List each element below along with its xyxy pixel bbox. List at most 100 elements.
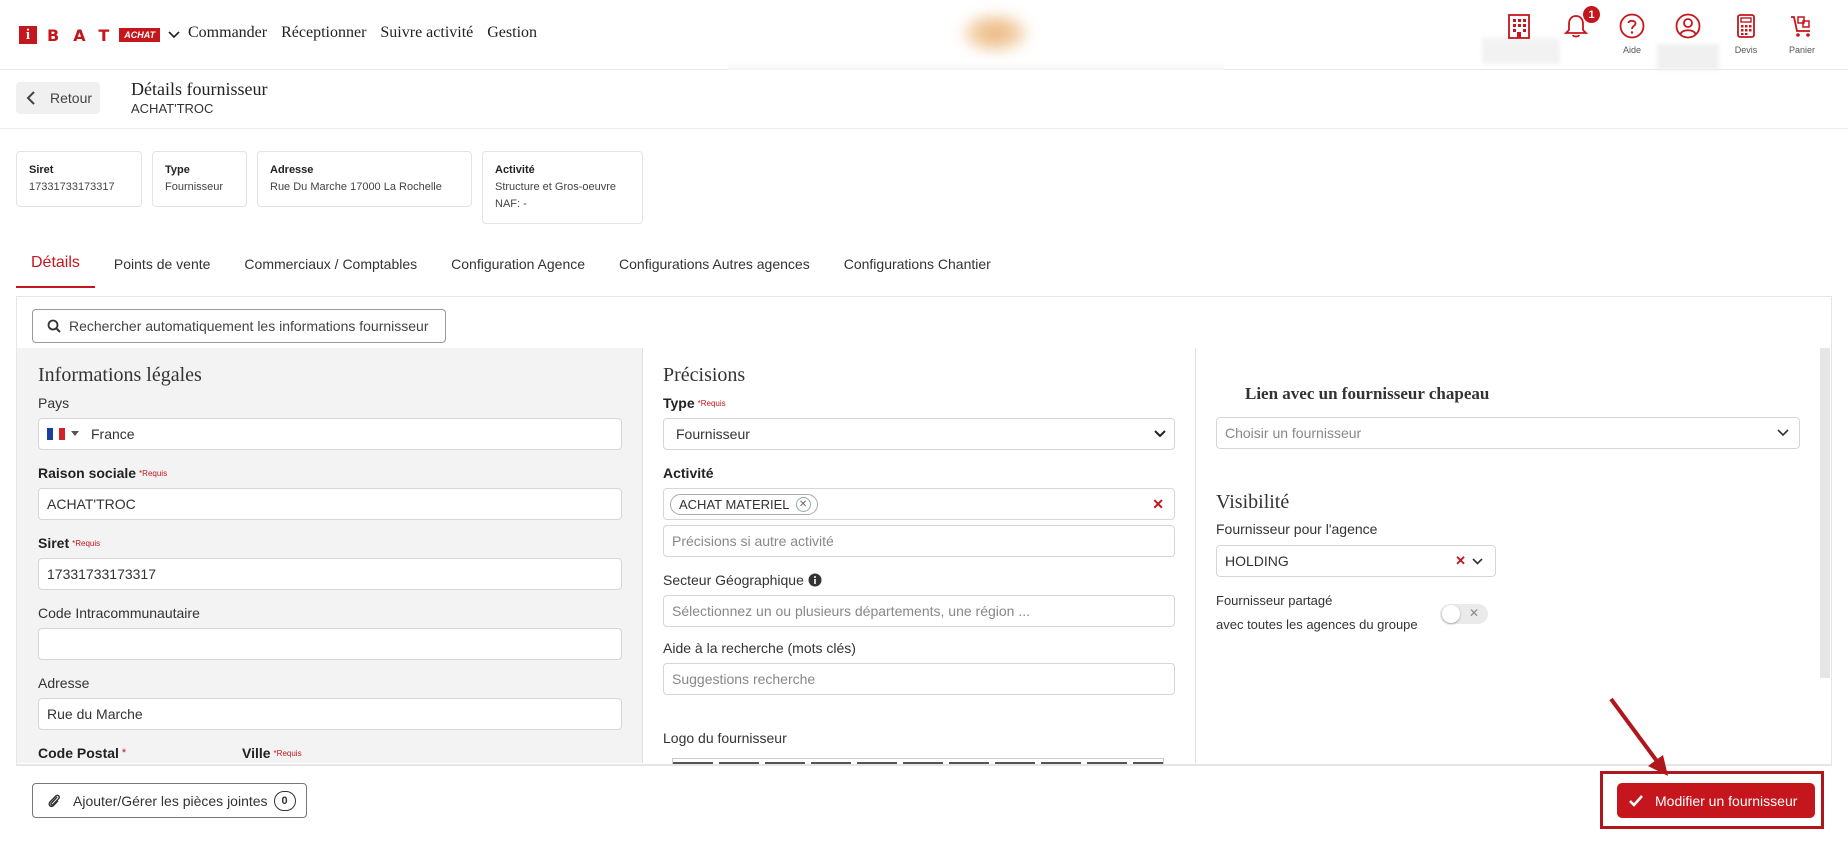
- arrow-annotation: [1609, 697, 1668, 776]
- pays-label: Pays: [38, 395, 70, 411]
- chevron-down-icon: [1777, 429, 1789, 437]
- check-icon: [1629, 794, 1643, 807]
- toggle-off-icon: ✕: [1469, 606, 1480, 620]
- modify-supplier-label: Modifier un fournisseur: [1655, 792, 1798, 809]
- back-button[interactable]: Retour: [16, 82, 100, 114]
- scrollbar[interactable]: [1820, 348, 1830, 678]
- autre-activite-input[interactable]: Précisions si autre activité: [663, 525, 1175, 557]
- tab-bar: Détails Points de vente Commerciaux / Co…: [16, 248, 1025, 288]
- chevron-down-icon[interactable]: [1472, 557, 1483, 565]
- logo-tag: ACHAT: [119, 28, 161, 42]
- ville-label: Ville *Requis: [242, 745, 302, 761]
- intra-label: Code Intracommunautaire: [38, 605, 200, 621]
- raison-sociale-label-text: Raison sociale: [38, 465, 137, 481]
- partage-label-line2: avec toutes les agences du groupe: [1216, 617, 1418, 632]
- siret-label-text: Siret: [38, 535, 70, 551]
- help-icon[interactable]: [1618, 12, 1646, 40]
- raison-sociale-label: Raison sociale *Requis: [38, 465, 167, 481]
- tab-commerciaux[interactable]: Commerciaux / Comptables: [244, 248, 417, 288]
- type-select[interactable]: Fournisseur: [663, 418, 1175, 450]
- chevron-down-icon[interactable]: [168, 29, 180, 41]
- header-strip: [728, 62, 1224, 70]
- siret-label: Siret *Requis: [38, 535, 100, 551]
- nav-suivre-activite[interactable]: Suivre activité: [380, 24, 473, 42]
- modify-supplier-button[interactable]: Modifier un fournisseur: [1617, 783, 1815, 818]
- attachments-button[interactable]: Ajouter/Gérer les pièces jointes 0: [32, 783, 307, 818]
- card-value: Structure et Gros-oeuvre: [495, 181, 617, 193]
- clear-icon[interactable]: ✕: [1455, 553, 1466, 569]
- france-flag-icon: [47, 428, 65, 440]
- aide-input[interactable]: Suggestions recherche: [663, 663, 1175, 695]
- activite-chip-label: ACHAT MATERIEL: [679, 496, 790, 512]
- attachments-count: 0: [273, 790, 296, 811]
- required-marker: *Requis: [697, 399, 726, 408]
- adresse-input[interactable]: Rue du Marche: [38, 698, 622, 730]
- secteur-input[interactable]: Sélectionnez un ou plusieurs département…: [663, 595, 1175, 627]
- card-value: Rue Du Marche 17000 La Rochelle: [270, 181, 442, 193]
- adresse-label: Adresse: [38, 675, 90, 691]
- agence-value: HOLDING: [1225, 553, 1289, 569]
- nav-receptionner[interactable]: Réceptionner: [281, 24, 366, 42]
- divider: [0, 128, 1848, 129]
- logo-letters: BAT: [47, 25, 124, 45]
- page-title: Détails fournisseur: [131, 79, 268, 99]
- help-label: Aide: [1622, 45, 1641, 55]
- nav-commander[interactable]: Commander: [188, 24, 267, 42]
- calculator-icon[interactable]: [1732, 12, 1760, 40]
- type-label-text: Type: [663, 395, 695, 411]
- building-icon[interactable]: [1505, 12, 1533, 40]
- tab-autres-agences[interactable]: Configurations Autres agences: [619, 248, 810, 288]
- tab-configurations-chantier[interactable]: Configurations Chantier: [844, 248, 991, 288]
- secteur-label: Secteur Géographique: [663, 572, 822, 588]
- nav-gestion[interactable]: Gestion: [487, 24, 537, 42]
- card-label: Activité: [495, 164, 535, 176]
- type-value: Fournisseur: [676, 426, 750, 442]
- caret-down-icon: [71, 431, 79, 436]
- top-navbar: i BAT ACHAT Commander Réceptionner Suivr…: [0, 0, 1848, 70]
- paperclip-icon: [48, 794, 60, 807]
- card-value: Fournisseur: [165, 181, 224, 193]
- user-icon[interactable]: [1674, 12, 1702, 40]
- panier-label: Panier: [1788, 45, 1815, 55]
- required-marker: *Requis: [72, 539, 101, 548]
- activite-chip: ACHAT MATERIEL ✕: [670, 493, 818, 515]
- tab-configuration-agence[interactable]: Configuration Agence: [451, 248, 585, 288]
- logo-i-mark: i: [19, 26, 37, 44]
- chevron-left-icon: [26, 91, 35, 105]
- activite-multiselect[interactable]: ACHAT MATERIEL ✕ ✕: [663, 488, 1175, 520]
- pays-value: France: [91, 426, 135, 442]
- card-value: NAF: -: [495, 198, 527, 210]
- secteur-label-text: Secteur Géographique: [663, 572, 804, 588]
- info-card-siret: Siret 17331733173317: [16, 151, 142, 207]
- siret-input[interactable]: 17331733173317: [38, 558, 622, 590]
- lien-section-title: Lien avec un fournisseur chapeau: [1245, 384, 1490, 403]
- partage-toggle[interactable]: ✕: [1440, 604, 1488, 624]
- auto-search-label: Rechercher automatiquement les informati…: [69, 318, 429, 334]
- raison-sociale-input[interactable]: ACHAT'TROC: [38, 488, 622, 520]
- fournisseur-chapeau-placeholder: Choisir un fournisseur: [1225, 425, 1362, 441]
- main-nav: Commander Réceptionner Suivre activité G…: [188, 24, 537, 42]
- pays-select[interactable]: France: [38, 418, 622, 450]
- auto-search-button[interactable]: Rechercher automatiquement les informati…: [32, 309, 446, 343]
- agence-select-controls: ✕: [1455, 553, 1483, 569]
- info-card-type: Type Fournisseur: [152, 151, 247, 207]
- cart-icon[interactable]: [1788, 12, 1816, 40]
- fournisseur-chapeau-select[interactable]: Choisir un fournisseur: [1216, 417, 1800, 449]
- app-logo[interactable]: i BAT ACHAT: [19, 25, 180, 45]
- intra-input[interactable]: [38, 628, 622, 660]
- agence-select[interactable]: HOLDING ✕: [1216, 545, 1496, 577]
- blurred-logo: [960, 12, 1030, 54]
- blurred-label: [1657, 44, 1719, 70]
- tab-points-de-vente[interactable]: Points de vente: [114, 248, 211, 288]
- search-icon: [47, 319, 61, 333]
- clear-icon[interactable]: ✕: [1152, 496, 1164, 513]
- precisions-section-title: Précisions: [663, 364, 746, 386]
- chip-remove-icon[interactable]: ✕: [795, 496, 811, 512]
- toggle-knob: [1442, 605, 1460, 623]
- column-divider: [1195, 348, 1196, 763]
- info-card-activite: Activité Structure et Gros-oeuvre NAF: -: [482, 151, 643, 224]
- required-marker: *Requis: [139, 469, 168, 478]
- info-icon[interactable]: [808, 573, 822, 587]
- legal-section-title: Informations légales: [38, 364, 202, 386]
- tab-details[interactable]: Détails: [16, 246, 95, 288]
